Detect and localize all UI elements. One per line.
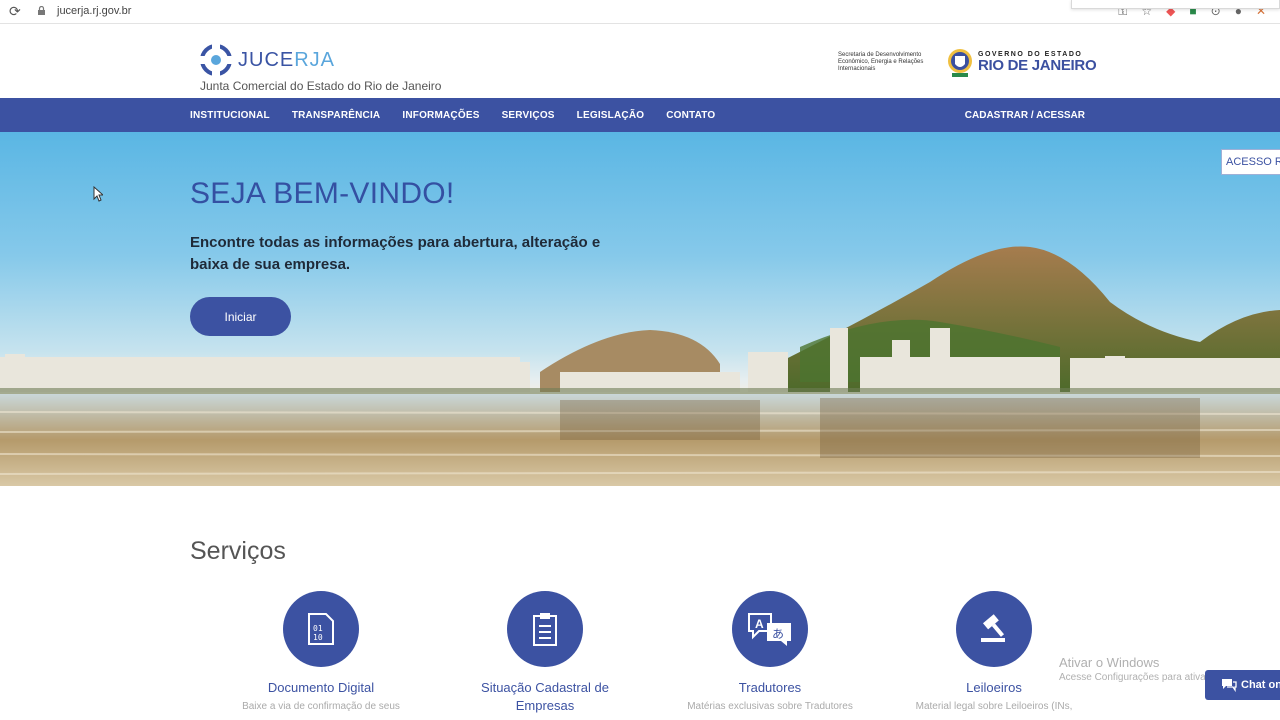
binary-document-icon: 01 10: [308, 613, 334, 645]
nav-item-transparencia[interactable]: TRANSPARÊNCIA: [292, 110, 381, 121]
jucerja-logo-mark-icon: [199, 43, 233, 77]
quick-access-tab[interactable]: ACESSO RÁ: [1221, 149, 1280, 175]
nav-item-informacoes[interactable]: INFORMAÇÕES: [402, 110, 479, 121]
hero-description: Encontre todas as informações para abert…: [190, 234, 601, 273]
service-name[interactable]: Documento Digital: [221, 679, 421, 697]
svg-text:あ: あ: [772, 627, 784, 641]
logo-wordmark: JUCERJA: [238, 48, 336, 71]
nav-item-servicos[interactable]: SERVIÇOS: [502, 110, 555, 121]
nav-item-institucional[interactable]: INSTITUCIONAL: [190, 110, 270, 121]
gavel-icon: [981, 614, 1005, 642]
clipboard-icon: [533, 613, 557, 646]
jucerja-logo[interactable]: JUCERJA: [199, 43, 335, 77]
government-logo: Secretaria de Desenvolvimento Econômico,…: [838, 44, 1097, 80]
reload-icon[interactable]: ⟳: [9, 3, 21, 20]
secretaria-label: Secretaria de Desenvolvimento Econômico,…: [838, 51, 924, 72]
lock-icon: [38, 6, 45, 15]
service-icon-circle[interactable]: [956, 591, 1032, 667]
site-header: JUCERJA Junta Comercial do Estado do Rio…: [0, 24, 1280, 98]
service-card-tradutores[interactable]: A あ Tradutores Matérias exclusivas sobre…: [670, 591, 870, 712]
service-description: Matérias exclusivas sobre Tradutores: [687, 701, 853, 712]
service-name[interactable]: Tradutores: [670, 679, 870, 697]
address-bar[interactable]: jucerja.rj.gov.br: [57, 5, 131, 17]
start-button[interactable]: Iniciar: [190, 297, 291, 336]
service-description: Material legal sobre Leiloeiros (INs,: [915, 701, 1073, 712]
chat-label: Chat on: [1241, 679, 1280, 691]
state-coat-of-arms-icon: [948, 49, 972, 77]
chat-bubble-icon: [1222, 679, 1237, 692]
hero-title: SEJA BEM-VINDO!: [190, 177, 455, 210]
browser-toolbar: ⟳ jucerja.rj.gov.br ⚿ ☆ ◆ ■ ⊙ ● ✕: [0, 0, 1280, 24]
mouse-cursor-icon: [93, 186, 103, 202]
service-name[interactable]: Situação Cadastral de Empresas: [480, 679, 610, 715]
site-subtitle: Junta Comercial do Estado do Rio de Jane…: [200, 79, 442, 93]
svg-text:A: A: [755, 617, 764, 631]
service-card-leiloeiros[interactable]: Leiloeiros Material legal sobre Leiloeir…: [894, 591, 1094, 712]
register-login-link[interactable]: CADASTRAR / ACESSAR: [965, 110, 1085, 121]
activation-title: Ativar o Windows: [1059, 655, 1160, 670]
svg-text:01: 01: [313, 624, 323, 633]
browser-popover: [1071, 0, 1280, 9]
service-icon-circle[interactable]: [507, 591, 583, 667]
service-icon-circle[interactable]: 01 10: [283, 591, 359, 667]
service-description: Baixe a via de confirmação de seus: [242, 701, 400, 712]
main-navigation: INSTITUCIONAL TRANSPARÊNCIA INFORMAÇÕES …: [0, 98, 1280, 132]
services-heading: Serviços: [190, 537, 286, 565]
nav-item-legislacao[interactable]: LEGISLAÇÃO: [577, 110, 645, 121]
service-icon-circle[interactable]: A あ: [732, 591, 808, 667]
translate-icon: A あ: [748, 613, 791, 646]
service-card-documento-digital[interactable]: 01 10 Documento Digital Baixe a via de c…: [221, 591, 421, 712]
chat-button[interactable]: Chat on: [1205, 670, 1280, 700]
nav-item-contato[interactable]: CONTATO: [666, 110, 715, 121]
svg-text:10: 10: [313, 633, 323, 642]
gov-label-big: RIO DE JANEIRO: [978, 57, 1097, 74]
service-card-situacao-cadastral[interactable]: Situação Cadastral de Empresas: [445, 591, 645, 719]
hero-banner: SEJA BEM-VINDO! Encontre todas as inform…: [0, 132, 1280, 486]
